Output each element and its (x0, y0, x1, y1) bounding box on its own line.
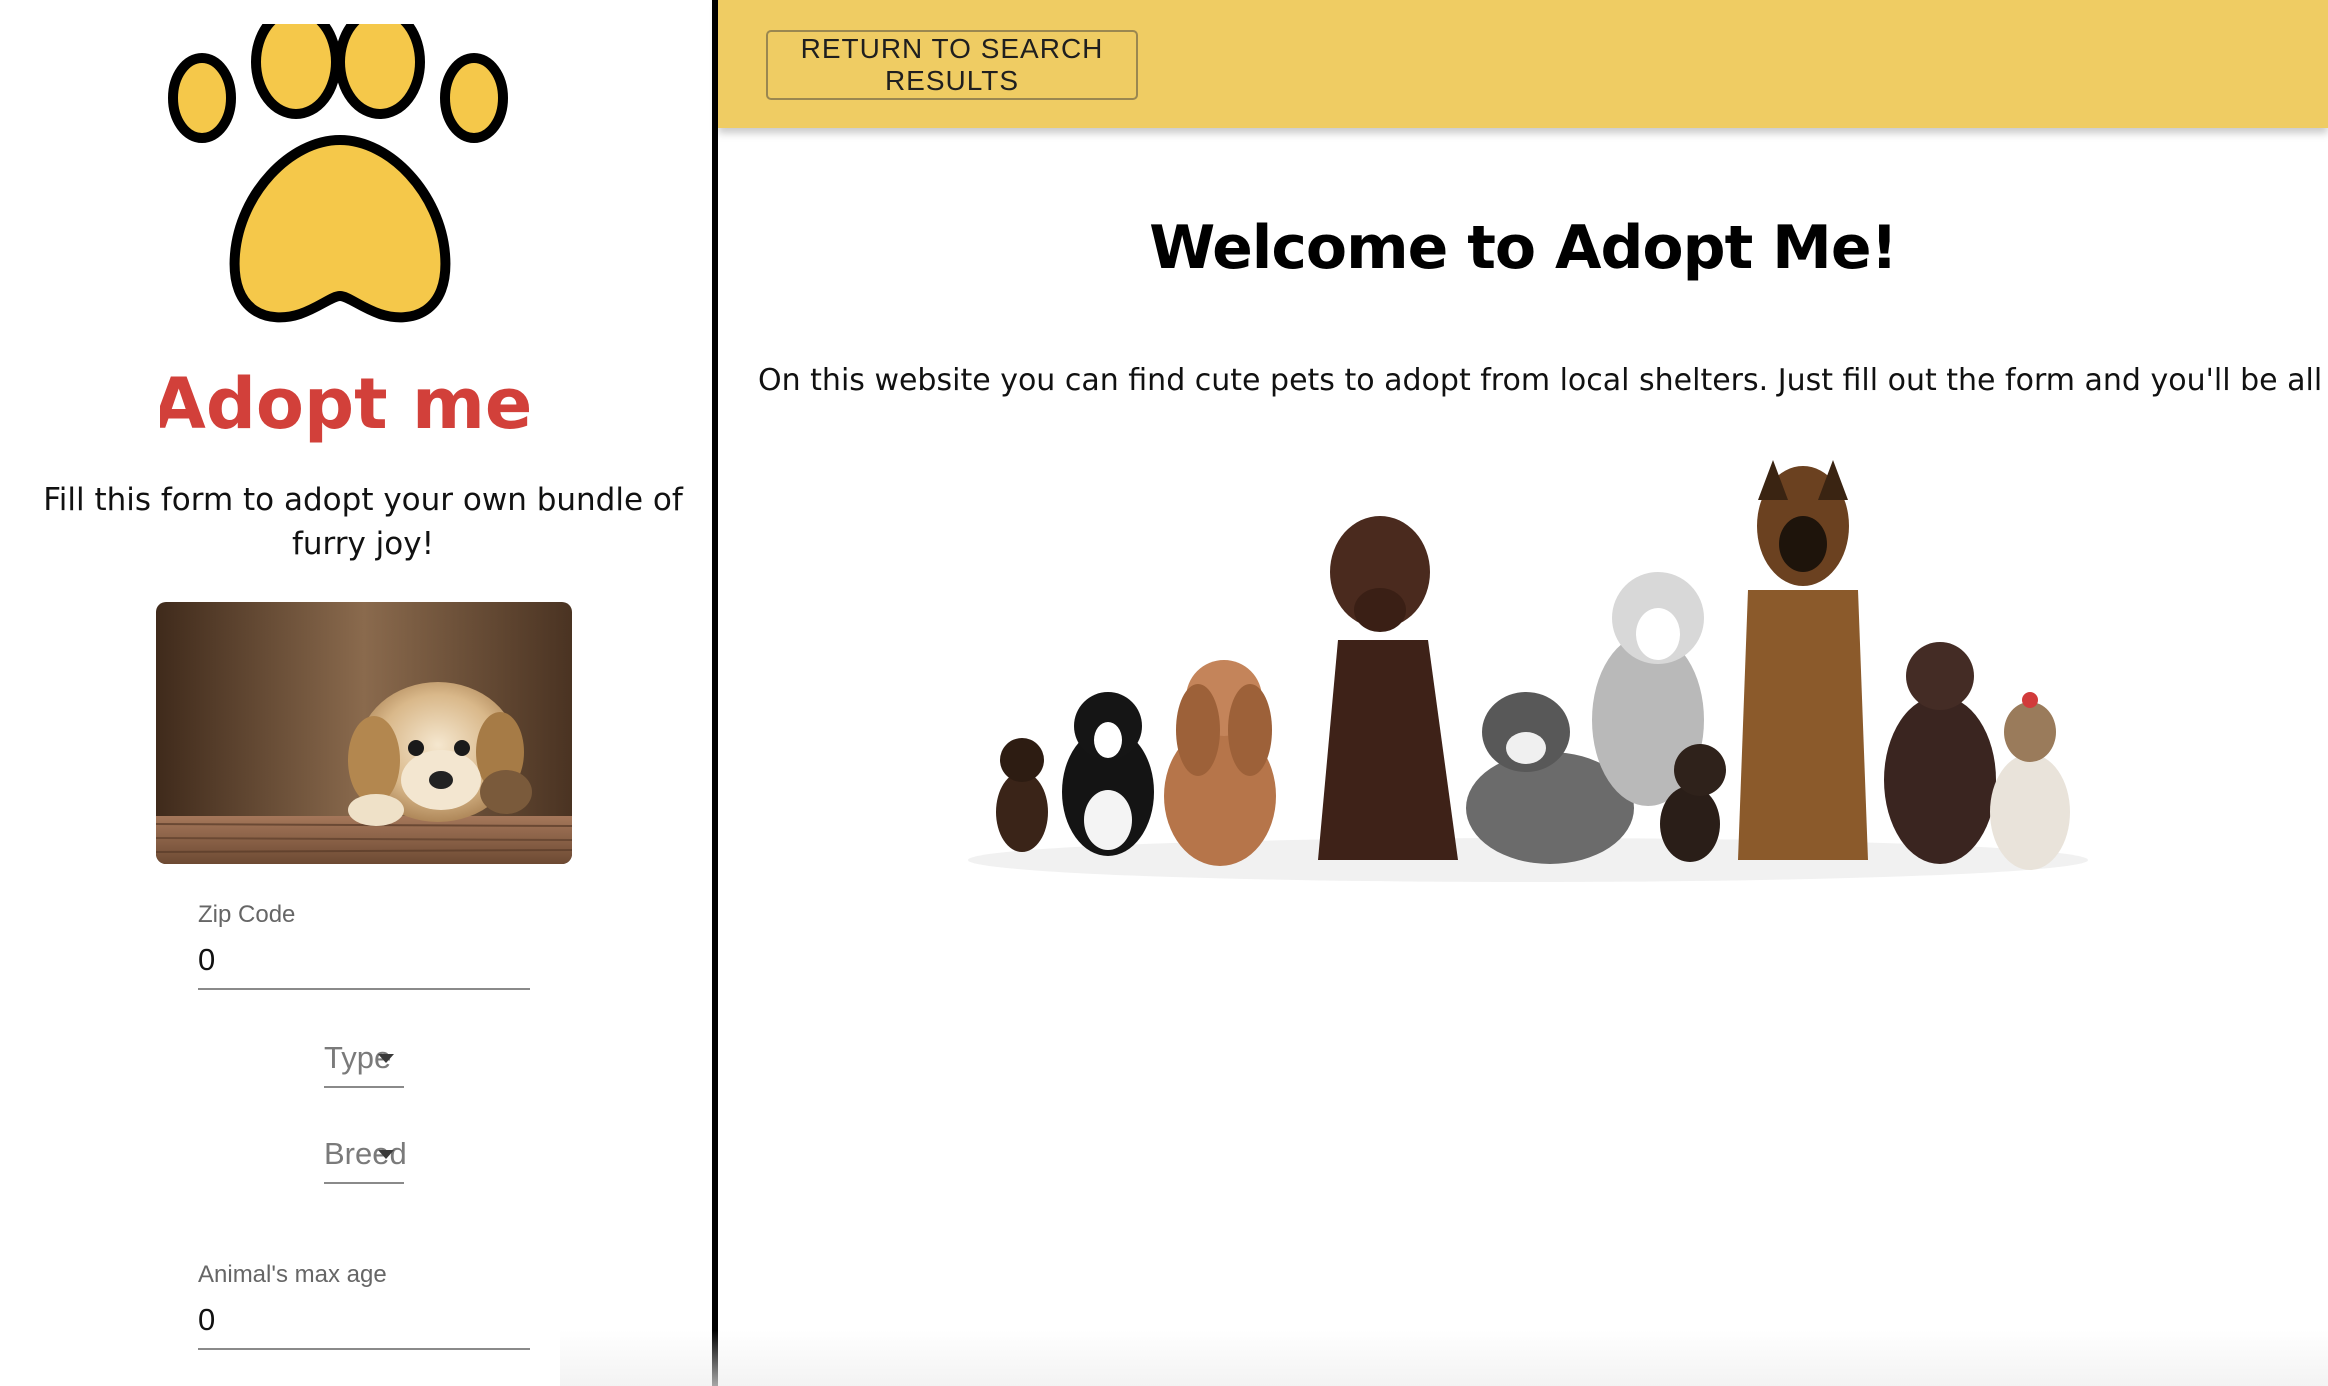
zip-code-label: Zip Code (198, 901, 296, 928)
max-age-label: Animal's max age (198, 1261, 387, 1288)
logo-text: Adopt me (160, 363, 532, 444)
type-select[interactable]: Type (324, 1038, 404, 1088)
app-root: Adopt me Fill this form to adopt your ow… (0, 0, 2328, 1386)
dropdown-arrow-icon (378, 1054, 394, 1063)
sidebar: Adopt me Fill this form to adopt your ow… (0, 0, 712, 1386)
zip-code-underline (198, 988, 530, 990)
puppy-image (156, 602, 572, 864)
breed-select-label: Breed (324, 1136, 407, 1171)
type-select-label: Type (324, 1038, 404, 1078)
page-title: Welcome to Adopt Me! (1149, 213, 1898, 283)
max-age-field[interactable]: Animal's max age 0 (198, 1260, 530, 1350)
intro-text: On this website you can find cute pets t… (758, 363, 2328, 398)
max-age-underline (198, 1348, 530, 1350)
max-age-input[interactable]: 0 (198, 1300, 530, 1340)
type-select-underline (324, 1086, 404, 1088)
zip-code-input[interactable]: 0 (198, 940, 530, 980)
paw-print-icon: Adopt me (160, 24, 532, 444)
main-content: RETURN TO SEARCH RESULTS Welcome to Adop… (718, 0, 2328, 1386)
zip-code-field[interactable]: Zip Code 0 (198, 900, 530, 990)
dogs-group-image (958, 440, 2098, 900)
top-app-bar: RETURN TO SEARCH RESULTS (718, 0, 2328, 128)
form-tagline: Fill this form to adopt your own bundle … (43, 482, 683, 562)
breed-select[interactable]: Breed (324, 1134, 407, 1184)
dropdown-arrow-icon (378, 1150, 394, 1159)
bottom-fade (560, 1330, 2328, 1386)
breed-select-underline (324, 1182, 404, 1184)
return-to-search-results-button[interactable]: RETURN TO SEARCH RESULTS (766, 30, 1138, 100)
adopt-me-logo: Adopt me (160, 24, 560, 444)
